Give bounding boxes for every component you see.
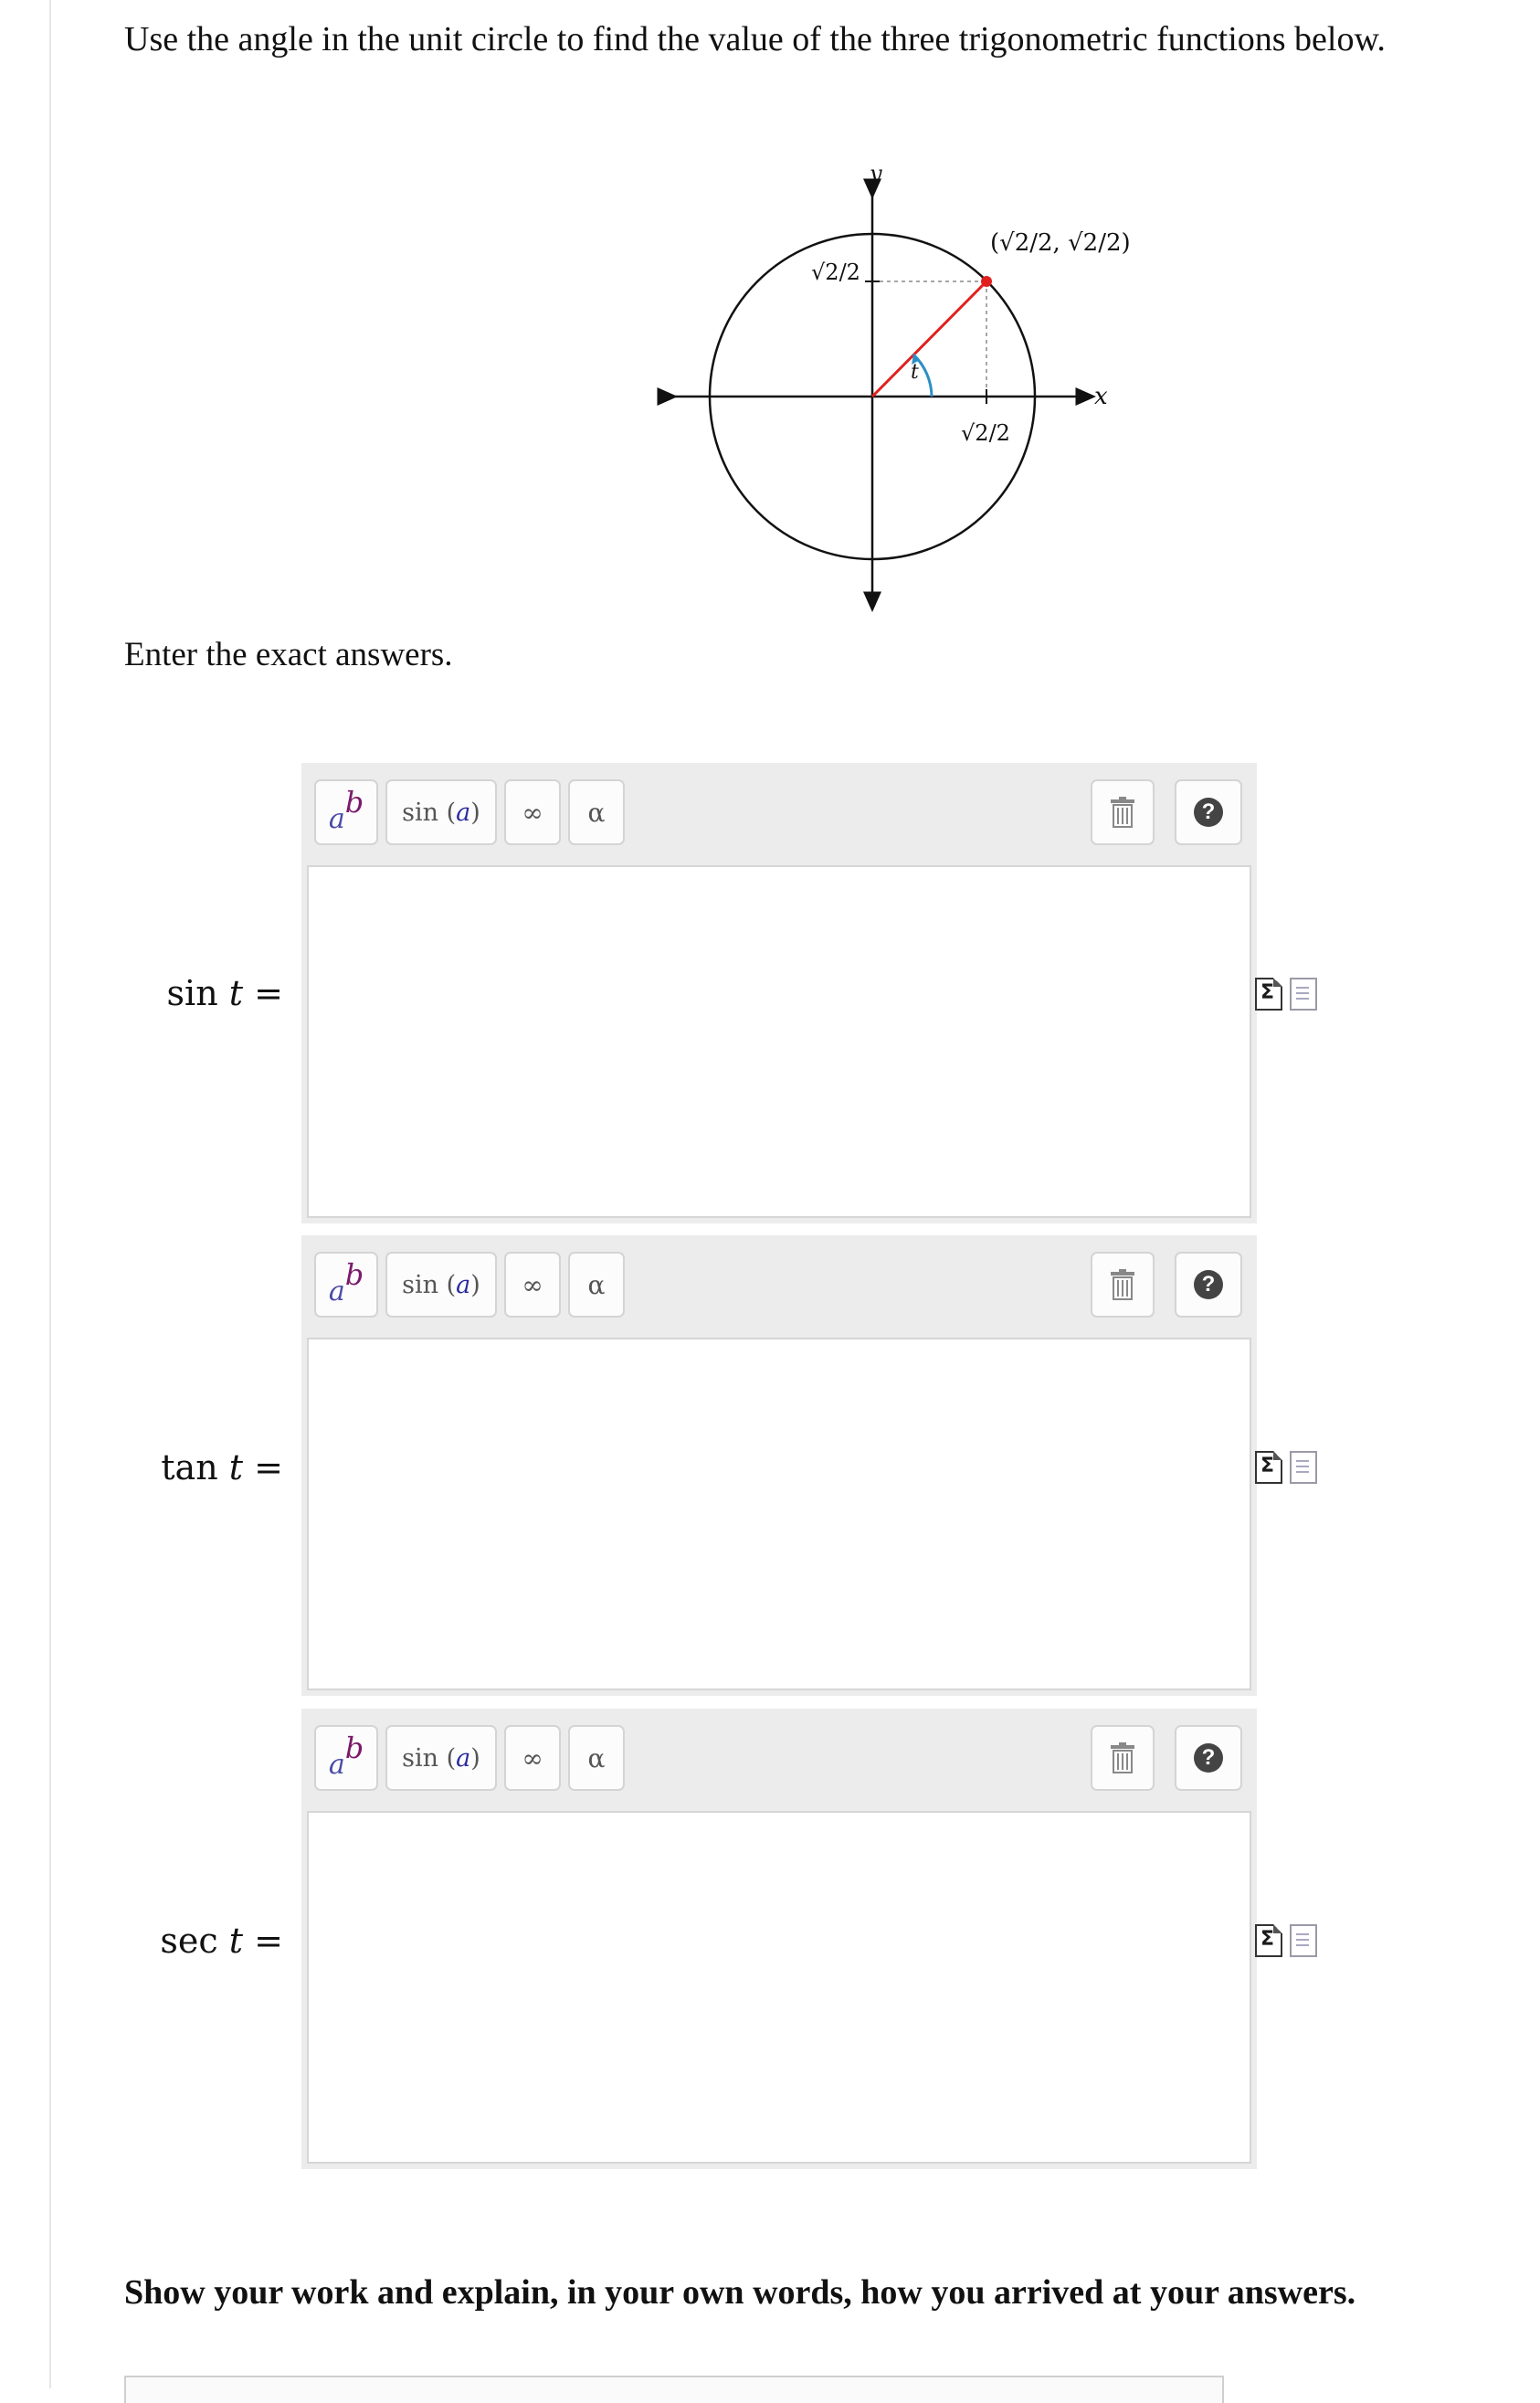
tan-t-answer-input[interactable] [307, 1338, 1251, 1690]
x-coordinate-label: √2/2 [961, 420, 1010, 446]
function-label: sin [402, 798, 439, 827]
editor-toolbar: ab sin (a) ∞ α ? [301, 1709, 1257, 1811]
greek-button[interactable]: α [568, 1725, 625, 1791]
power-button[interactable]: ab [314, 1725, 378, 1791]
power-button[interactable]: ab [314, 779, 378, 845]
equation-editor-icon[interactable]: Σ [1255, 1451, 1282, 1484]
sec-t-answer-input[interactable] [307, 1811, 1251, 2164]
document-icon[interactable] [1290, 1924, 1317, 1957]
infinity-button[interactable]: ∞ [504, 1252, 561, 1318]
function-label: sin [402, 1270, 439, 1299]
x-axis-label: x [1094, 383, 1108, 410]
function-name: sin [166, 973, 218, 1013]
power-base: a [328, 802, 345, 835]
help-button[interactable]: ? [1175, 1725, 1242, 1791]
instructions: Enter the exact answers. [124, 636, 453, 673]
variable-name: t [228, 1447, 244, 1487]
editor-toolbar: ab sin (a) ∞ α ? [301, 1235, 1257, 1338]
equation-editor-icon[interactable]: Σ [1255, 978, 1282, 1011]
power-base: a [328, 1275, 345, 1307]
equals-sign: = [254, 973, 283, 1013]
document-icon[interactable] [1290, 978, 1317, 1011]
sec-t-editor: ab sin (a) ∞ α ? [301, 1709, 1257, 2169]
trash-button[interactable] [1091, 779, 1155, 845]
sin-t-editor: ab sin (a) ∞ α ? [301, 763, 1257, 1223]
document-icon[interactable] [1290, 1451, 1317, 1484]
power-exponent: b [344, 785, 364, 820]
terminal-point [981, 276, 992, 287]
function-button[interactable]: sin (a) [385, 779, 497, 845]
function-arg: a [456, 798, 471, 827]
trash-button[interactable] [1091, 1252, 1155, 1318]
y-coordinate-label: √2/2 [811, 259, 860, 285]
function-label: sin [402, 1743, 439, 1773]
sec-t-label: sec t = [100, 1919, 283, 1963]
rich-text-toolbar[interactable] [124, 2376, 1224, 2403]
function-arg: a [456, 1743, 471, 1773]
power-exponent: b [344, 1731, 364, 1765]
equation-editor-icon[interactable]: Σ [1255, 1924, 1282, 1957]
power-base: a [328, 1748, 345, 1781]
trash-icon [1111, 797, 1134, 828]
greek-button[interactable]: α [568, 779, 625, 845]
left-rail [49, 0, 51, 2388]
trash-icon [1111, 1269, 1134, 1300]
help-button[interactable]: ? [1175, 779, 1242, 845]
tan-t-editor: ab sin (a) ∞ α ? [301, 1235, 1257, 1696]
greek-button[interactable]: α [568, 1252, 625, 1318]
sin-t-answer-input[interactable] [307, 865, 1251, 1218]
angle-label: t [911, 361, 919, 384]
tan-t-label: tan t = [100, 1445, 283, 1489]
y-axis-label: y [869, 161, 882, 186]
function-button[interactable]: sin (a) [385, 1725, 497, 1791]
help-icon: ? [1194, 1743, 1223, 1773]
work-prompt: Show your work and explain, in your own … [124, 2273, 1356, 2312]
infinity-button[interactable]: ∞ [504, 779, 561, 845]
sec-t-side-icons: Σ [1255, 1924, 1319, 1961]
trash-button[interactable] [1091, 1725, 1155, 1791]
question-prompt: Use the angle in the unit circle to find… [124, 20, 1386, 58]
editor-toolbar: ab sin (a) ∞ α ? [301, 763, 1257, 865]
help-icon: ? [1194, 1270, 1223, 1299]
help-button[interactable]: ? [1175, 1252, 1242, 1318]
function-name: sec [160, 1921, 218, 1961]
function-arg: a [456, 1270, 471, 1299]
sin-t-label: sin t = [100, 971, 283, 1015]
function-button[interactable]: sin (a) [385, 1252, 497, 1318]
sin-t-side-icons: Σ [1255, 978, 1319, 1014]
equals-sign: = [254, 1921, 283, 1961]
equals-sign: = [254, 1447, 283, 1487]
power-button[interactable]: ab [314, 1252, 378, 1318]
infinity-button[interactable]: ∞ [504, 1725, 561, 1791]
function-name: tan [161, 1447, 218, 1487]
help-icon: ? [1194, 798, 1223, 827]
variable-name: t [228, 973, 244, 1013]
point-label: (√2/2, √2/2) [990, 229, 1131, 257]
tan-t-side-icons: Σ [1255, 1451, 1319, 1487]
trash-icon [1111, 1742, 1134, 1773]
variable-name: t [228, 1921, 244, 1961]
power-exponent: b [344, 1257, 364, 1292]
unit-circle-figure: y x t (√2/2, √2/2) √2/2 √2/2 [657, 161, 1131, 612]
